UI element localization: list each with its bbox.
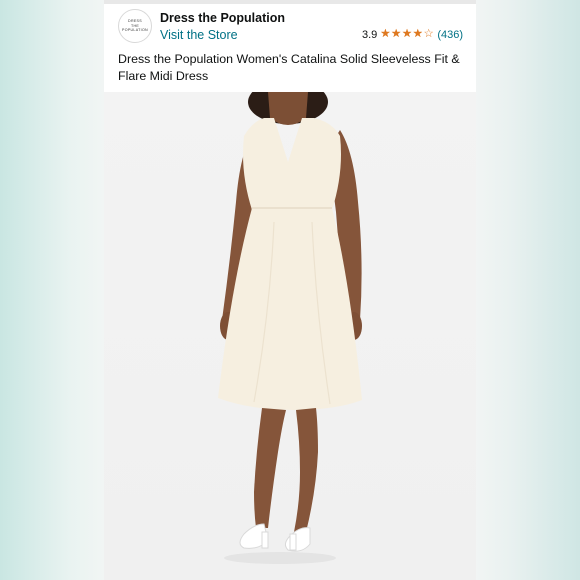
product-image[interactable] <box>104 92 476 580</box>
product-card: DRESS THE POPULATION Dress the Populatio… <box>104 0 476 580</box>
top-divider <box>104 0 476 4</box>
right-leg <box>294 408 318 532</box>
visit-store-link[interactable]: Visit the Store <box>160 28 238 42</box>
left-heel <box>261 531 269 549</box>
logo-line-3: POPULATION <box>122 28 148 33</box>
right-shoe <box>284 527 311 552</box>
star-rating-icon: ☆☆☆☆☆ ★★★★★ <box>380 28 435 41</box>
product-header: DRESS THE POPULATION Dress the Populatio… <box>104 0 476 92</box>
product-title: Dress the Population Women's Catalina So… <box>118 52 460 83</box>
brand-name: Dress the Population <box>160 11 286 25</box>
rating-value: 3.9 <box>361 29 378 41</box>
review-count-link[interactable]: (436) <box>437 29 463 41</box>
model-in-dress-image <box>218 92 362 564</box>
dress-bodice <box>243 118 341 210</box>
left-leg <box>254 408 286 528</box>
rating[interactable]: 3.9 ☆☆☆☆☆ ★★★★★ (436) <box>361 28 463 42</box>
floor-shadow <box>224 552 336 564</box>
brand-logo[interactable]: DRESS THE POPULATION <box>118 9 152 43</box>
right-heel <box>289 533 297 551</box>
